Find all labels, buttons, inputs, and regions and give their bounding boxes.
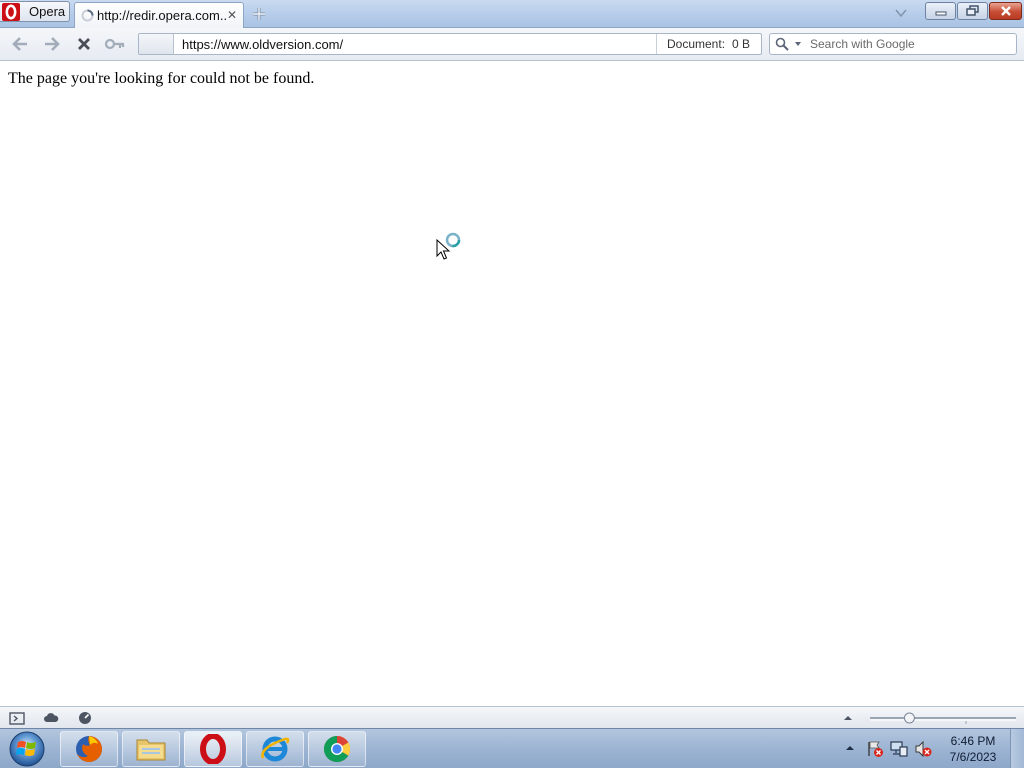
tab-close-icon[interactable]: ✕: [226, 9, 238, 21]
minimize-icon: [935, 11, 946, 16]
address-bar[interactable]: Document: 0 B: [138, 33, 762, 55]
statusbar-up-button[interactable]: [840, 711, 856, 725]
show-desktop-button[interactable]: [1010, 729, 1024, 768]
unite-button[interactable]: [43, 711, 59, 725]
turbo-button[interactable]: [77, 711, 93, 725]
search-engine-selector[interactable]: [775, 37, 805, 51]
address-input[interactable]: [177, 34, 653, 54]
chevron-down-icon: [895, 9, 907, 18]
turbo-icon: [79, 712, 91, 724]
forward-button[interactable]: [42, 35, 62, 53]
up-arrow-icon: [844, 716, 852, 720]
plus-icon: [253, 8, 265, 20]
search-icon: [775, 37, 789, 51]
tab-active[interactable]: http://redir.opera.com... ✕: [74, 2, 244, 28]
close-icon: [1000, 6, 1011, 16]
tab-title: http://redir.opera.com...: [97, 8, 227, 23]
clock-date: 7/6/2023: [949, 750, 997, 764]
stop-icon: [78, 38, 90, 50]
page-content: The page you're looking for could not be…: [0, 62, 1024, 706]
windows-logo-icon: [9, 731, 45, 767]
restore-icon: [965, 5, 979, 16]
search-input[interactable]: [806, 34, 1011, 54]
search-bar[interactable]: [769, 33, 1017, 55]
action-center-flag-icon[interactable]: [866, 740, 884, 758]
start-button[interactable]: [4, 730, 50, 768]
minimize-button[interactable]: [925, 2, 956, 20]
zoom-slider[interactable]: [868, 712, 1018, 724]
opera-menu-label: Opera: [29, 4, 66, 19]
panel-icon: [9, 711, 25, 725]
tab-list-button[interactable]: [893, 7, 909, 19]
taskbar: 6:46 PM 7/6/2023: [0, 728, 1024, 768]
document-info: Document: 0 B: [656, 34, 762, 54]
clock-time: 6:46 PM: [950, 734, 996, 748]
site-info-badge[interactable]: [139, 34, 174, 54]
new-tab-button[interactable]: [250, 5, 268, 23]
opera-icon: [200, 734, 226, 764]
folder-icon: [136, 739, 166, 761]
chrome-icon: [323, 735, 351, 763]
taskbar-opera[interactable]: [184, 731, 242, 767]
restore-button[interactable]: [957, 2, 988, 20]
zoom-slider-thumb[interactable]: [903, 712, 915, 724]
close-button[interactable]: [989, 2, 1022, 20]
volume-muted-icon[interactable]: [914, 740, 932, 758]
internet-explorer-icon: [261, 736, 290, 762]
opera-logo-icon: [2, 2, 20, 21]
title-bar: Opera http://redir.opera.com... ✕: [0, 0, 1024, 28]
back-arrow-icon: [12, 37, 27, 51]
taskbar-internet-explorer[interactable]: [246, 731, 304, 767]
status-bar: [0, 706, 1024, 728]
dropdown-arrow-icon: [795, 42, 801, 46]
busy-cursor-icon: [436, 232, 466, 262]
taskbar-firefox[interactable]: [60, 731, 118, 767]
key-icon: [105, 38, 125, 50]
error-message: The page you're looking for could not be…: [8, 70, 315, 87]
system-clock[interactable]: 6:46 PM 7/6/2023: [944, 733, 1002, 765]
opera-menu-button[interactable]: Opera: [0, 1, 70, 22]
panel-toggle-button[interactable]: [9, 711, 25, 725]
network-icon[interactable]: [890, 740, 908, 758]
stop-button[interactable]: [74, 35, 94, 53]
document-label: Document:: [667, 37, 726, 51]
firefox-icon: [76, 736, 102, 762]
taskbar-chrome[interactable]: [308, 731, 366, 767]
forward-arrow-icon: [45, 37, 60, 51]
taskbar-windows-explorer[interactable]: [122, 731, 180, 767]
document-size: 0 B: [732, 37, 751, 51]
wand-button[interactable]: [105, 35, 125, 53]
back-button[interactable]: [10, 35, 30, 53]
unite-cloud-icon: [44, 713, 59, 722]
loading-spinner-icon: [81, 9, 94, 22]
address-toolbar: Document: 0 B: [0, 28, 1024, 61]
tray-show-hidden-icon[interactable]: [843, 742, 857, 754]
